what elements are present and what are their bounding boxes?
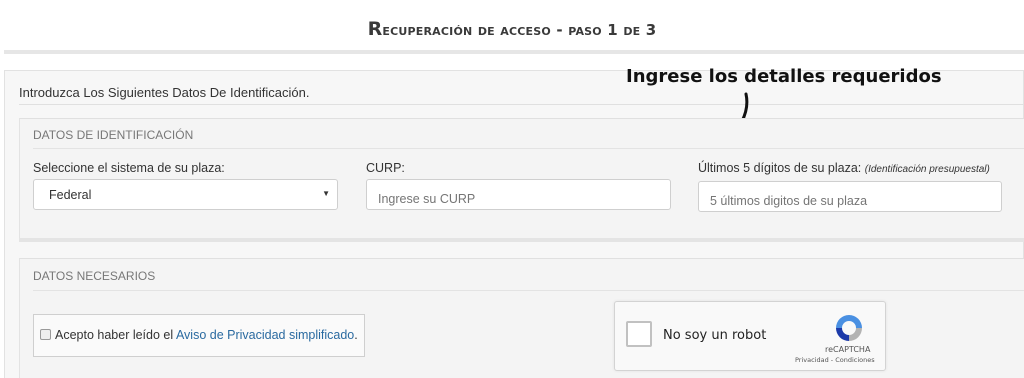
recaptcha-logo-icon	[836, 315, 862, 341]
privacy-consent: Acepto haber leído el Aviso de Privacida…	[33, 314, 365, 357]
recaptcha-checkbox[interactable]	[626, 321, 652, 347]
plaza-hint: (Identificación presupuestal)	[864, 164, 990, 175]
title-divider	[4, 50, 1024, 54]
recaptcha-links[interactable]: Privacidad - Condiciones	[795, 356, 875, 364]
intro-text: Introduzca Los Siguientes Datos De Ident…	[19, 85, 310, 100]
identification-legend: DATOS DE IDENTIFICACIÓN	[33, 128, 194, 142]
privacy-notice-link[interactable]: Aviso de Privacidad simplificado	[176, 328, 354, 342]
recaptcha-brand: reCAPTCHA	[825, 345, 871, 354]
privacy-text: Acepto haber leído el Aviso de Privacida…	[55, 328, 358, 342]
recaptcha-widget: No soy un robot reCAPTCHA Privacidad - C…	[614, 301, 886, 371]
curp-input[interactable]	[366, 179, 671, 210]
fieldset-divider	[19, 238, 1024, 242]
privacy-prefix: Acepto haber leído el	[55, 328, 176, 342]
privacy-suffix: .	[354, 328, 358, 342]
system-select[interactable]: Federal ▼	[33, 179, 338, 210]
intro-divider	[19, 104, 1024, 105]
required-legend: DATOS NECESARIOS	[33, 269, 156, 283]
recaptcha-label: No soy un robot	[663, 328, 767, 343]
page-title: Recuperación de acceso - paso 1 de 3	[367, 18, 657, 40]
privacy-checkbox[interactable]	[40, 329, 51, 340]
plaza-label-text: Últimos 5 dígitos de su plaza:	[698, 161, 862, 175]
annotation-text: Ingrese los detalles requeridos	[626, 66, 942, 87]
system-select-value: Federal	[49, 188, 92, 202]
legend-divider	[33, 290, 1024, 291]
curp-label: CURP:	[366, 161, 405, 175]
chevron-down-icon: ▼	[322, 189, 330, 198]
plaza-digits-input[interactable]	[698, 181, 1002, 212]
system-label: Seleccione el sistema de su plaza:	[33, 161, 225, 175]
legend-divider	[33, 148, 1024, 149]
plaza-label: Últimos 5 dígitos de su plaza: (Identifi…	[698, 161, 990, 175]
